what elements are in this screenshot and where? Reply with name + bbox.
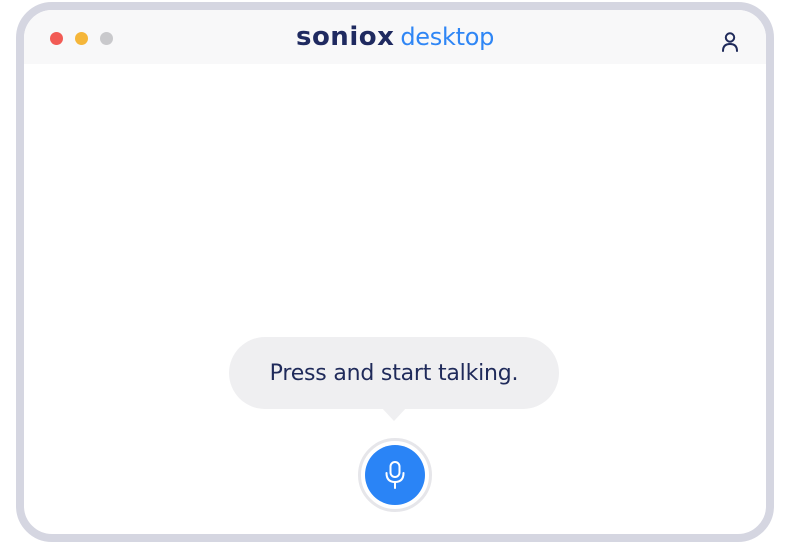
title-bar: soniox desktop [24, 10, 766, 64]
brand-name: soniox [295, 22, 395, 52]
prompt-bubble: Press and start talking. [229, 337, 559, 409]
record-button[interactable] [365, 445, 425, 505]
app-logo: soniox desktop [24, 19, 766, 59]
user-icon [722, 32, 738, 52]
prompt-bubble-tail [381, 407, 407, 421]
app-window: soniox desktop Press and start talking. [16, 2, 774, 542]
account-button[interactable] [716, 28, 744, 56]
microphone-icon [385, 461, 405, 489]
mic-button-ring [358, 438, 432, 512]
brand-product: desktop [400, 23, 495, 51]
prompt-text: Press and start talking. [269, 360, 519, 386]
